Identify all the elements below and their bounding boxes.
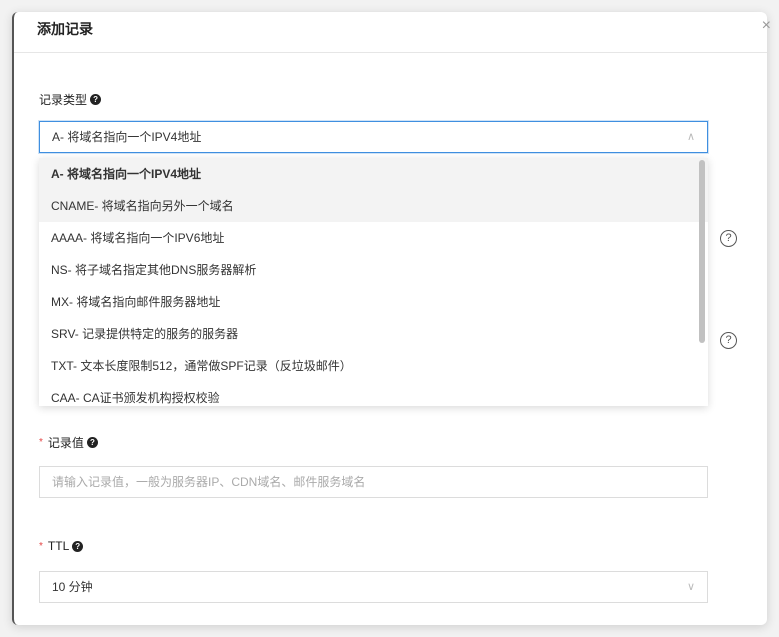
record-type-label-text: 记录类型	[39, 93, 88, 107]
record-value-label-text: 记录值	[47, 436, 84, 450]
record-type-select[interactable]: A- 将域名指向一个IPV4地址 ∧	[39, 121, 708, 153]
chevron-up-icon: ∧	[686, 131, 695, 143]
ttl-label: * TTL ?	[39, 539, 84, 553]
option-caa[interactable]: CAA- CA证书颁发机构授权校验	[39, 382, 708, 406]
option-txt[interactable]: TXT- 文本长度限制512，通常做SPF记录（反垃圾邮件）	[39, 350, 708, 382]
dialog-title: 添加记录	[37, 21, 93, 37]
add-record-dialog: 添加记录 × 记录类型 ? A- 将域名指向一个IPV4地址 ∧ ? ? * 记…	[12, 12, 771, 625]
record-type-dropdown: A- 将域名指向一个IPV4地址 CNAME- 将域名指向另外一个域名 AAAA…	[39, 158, 708, 406]
record-type-value: A- 将域名指向一个IPV4地址	[52, 130, 202, 144]
dialog-header: 添加记录 ×	[14, 12, 771, 53]
option-aaaa[interactable]: AAAA- 将域名指向一个IPV6地址	[39, 222, 708, 254]
help-icon[interactable]: ?	[86, 437, 98, 448]
record-value-input[interactable]: 请输入记录值，一般为服务器IP、CDN域名、邮件服务域名	[39, 466, 708, 498]
option-a[interactable]: A- 将域名指向一个IPV4地址	[39, 158, 708, 190]
required-mark: *	[39, 437, 43, 448]
record-value-placeholder: 请输入记录值，一般为服务器IP、CDN域名、邮件服务域名	[52, 475, 366, 489]
help-circle-icon[interactable]: ?	[720, 332, 737, 349]
option-cname[interactable]: CNAME- 将域名指向另外一个域名	[39, 190, 708, 222]
record-value-label: * 记录值 ?	[39, 434, 98, 451]
help-icon[interactable]: ?	[72, 540, 84, 552]
close-icon[interactable]: ×	[762, 17, 771, 35]
chevron-down-icon: ∨	[686, 581, 695, 593]
dropdown-scrollbar[interactable]	[699, 160, 705, 343]
record-type-label: 记录类型 ?	[39, 91, 102, 108]
help-icon[interactable]: ?	[90, 94, 102, 105]
ttl-label-text: TTL	[47, 539, 70, 553]
required-mark: *	[39, 540, 43, 552]
ttl-select[interactable]: 10 分钟 ∨	[39, 571, 708, 603]
help-circle-icon[interactable]: ?	[720, 230, 737, 247]
option-srv[interactable]: SRV- 记录提供特定的服务的服务器	[39, 318, 708, 350]
ttl-value: 10 分钟	[52, 580, 93, 594]
option-mx[interactable]: MX- 将域名指向邮件服务器地址	[39, 286, 708, 318]
option-ns[interactable]: NS- 将子域名指定其他DNS服务器解析	[39, 254, 708, 286]
